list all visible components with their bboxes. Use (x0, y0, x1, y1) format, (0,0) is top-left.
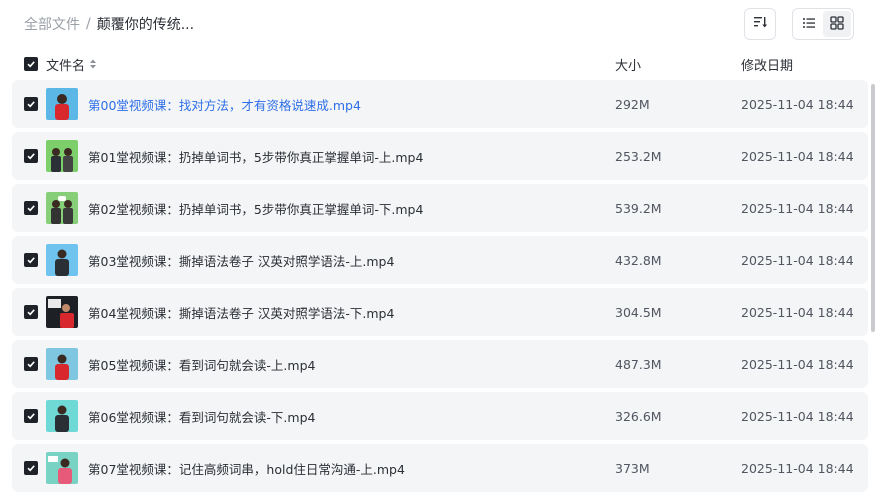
video-thumbnail (46, 452, 78, 484)
file-name[interactable]: 第01堂视频课：扔掉单词书，5步带你真正掌握单词-上.mp4 (88, 147, 423, 166)
file-size: 432.8M (615, 252, 662, 268)
file-row[interactable]: 第03堂视频课：撕掉语法卷子 汉英对照学语法-上.mp4 432.8M 2025… (12, 236, 868, 284)
file-row-checkbox[interactable] (24, 149, 38, 163)
grid-view-icon (830, 15, 844, 34)
breadcrumb: 全部文件 / 颠覆你的传统... (24, 14, 194, 34)
file-modified-date: 2025-11-04 18:44 (741, 252, 854, 268)
column-header-size[interactable]: 大小 (615, 55, 641, 74)
video-thumbnail (46, 88, 78, 120)
file-row-checkbox[interactable] (24, 409, 38, 423)
column-header-date[interactable]: 修改日期 (741, 55, 793, 74)
file-modified-date: 2025-11-04 18:44 (741, 356, 854, 372)
file-modified-date: 2025-11-04 18:44 (741, 96, 854, 112)
video-thumbnail (46, 348, 78, 380)
file-list: 第00堂视频课：找对方法，才有资格说速成.mp4 292M 2025-11-04… (12, 80, 868, 495)
file-size: 253.2M (615, 148, 662, 164)
file-row[interactable]: 第07堂视频课：记住高频词串，hold住日常沟通-上.mp4 373M 2025… (12, 444, 868, 492)
file-row-checkbox[interactable] (24, 201, 38, 215)
file-row-checkbox[interactable] (24, 461, 38, 475)
select-all-checkbox[interactable] (24, 57, 38, 71)
sort-caret-icon (89, 58, 97, 70)
file-modified-date: 2025-11-04 18:44 (741, 304, 854, 320)
file-size: 292M (615, 96, 650, 112)
file-size: 326.6M (615, 408, 662, 424)
file-name[interactable]: 第06堂视频课：看到词句就会读-下.mp4 (88, 407, 315, 426)
video-thumbnail (46, 192, 78, 224)
file-name[interactable]: 第07堂视频课：记住高频词串，hold住日常沟通-上.mp4 (88, 459, 405, 478)
file-row-checkbox[interactable] (24, 305, 38, 319)
breadcrumb-current-folder: 颠覆你的传统... (96, 17, 195, 33)
file-row[interactable]: 第06堂视频课：看到词句就会读-下.mp4 326.6M 2025-11-04 … (12, 392, 868, 440)
file-name[interactable]: 第05堂视频课：看到词句就会读-上.mp4 (88, 355, 315, 374)
file-row-checkbox[interactable] (24, 253, 38, 267)
file-modified-date: 2025-11-04 18:44 (741, 408, 854, 424)
file-size: 304.5M (615, 304, 662, 320)
file-row[interactable]: 第04堂视频课：撕掉语法卷子 汉英对照学语法-下.mp4 304.5M 2025… (12, 288, 868, 336)
video-thumbnail (46, 140, 78, 172)
list-view-icon (802, 15, 816, 34)
view-mode-toggle (792, 8, 854, 40)
file-row[interactable]: 第02堂视频课：扔掉单词书，5步带你真正掌握单词-下.mp4 539.2M 20… (12, 184, 868, 232)
video-thumbnail (46, 400, 78, 432)
file-modified-date: 2025-11-04 18:44 (741, 460, 854, 476)
table-header: 文件名 大小 修改日期 (12, 52, 868, 76)
file-size: 373M (615, 460, 650, 476)
file-name[interactable]: 第04堂视频课：撕掉语法卷子 汉英对照学语法-下.mp4 (88, 303, 394, 322)
file-row[interactable]: 第01堂视频课：扔掉单词书，5步带你真正掌握单词-上.mp4 253.2M 20… (12, 132, 868, 180)
file-row-checkbox[interactable] (24, 357, 38, 371)
scrollbar-thumb[interactable] (871, 84, 875, 332)
file-modified-date: 2025-11-04 18:44 (741, 200, 854, 216)
video-thumbnail (46, 244, 78, 276)
file-size: 539.2M (615, 200, 662, 216)
video-thumbnail (46, 296, 78, 328)
list-view-button[interactable] (795, 11, 823, 37)
file-modified-date: 2025-11-04 18:44 (741, 148, 854, 164)
file-row[interactable]: 第00堂视频课：找对方法，才有资格说速成.mp4 292M 2025-11-04… (12, 80, 868, 128)
column-header-name-label: 文件名 (46, 58, 86, 74)
grid-view-button[interactable] (823, 11, 851, 37)
file-name[interactable]: 第00堂视频课：找对方法，才有资格说速成.mp4 (88, 95, 361, 114)
file-name[interactable]: 第02堂视频课：扔掉单词书，5步带你真正掌握单词-下.mp4 (88, 199, 423, 218)
breadcrumb-root-link[interactable]: 全部文件 (24, 14, 80, 34)
sort-icon (752, 14, 768, 34)
file-row[interactable]: 第05堂视频课：看到词句就会读-上.mp4 487.3M 2025-11-04 … (12, 340, 868, 388)
breadcrumb-separator: / (86, 16, 91, 32)
column-header-name[interactable]: 文件名 (46, 55, 97, 74)
file-name[interactable]: 第03堂视频课：撕掉语法卷子 汉英对照学语法-上.mp4 (88, 251, 394, 270)
sort-button[interactable] (744, 8, 776, 40)
file-size: 487.3M (615, 356, 662, 372)
file-row-checkbox[interactable] (24, 97, 38, 111)
